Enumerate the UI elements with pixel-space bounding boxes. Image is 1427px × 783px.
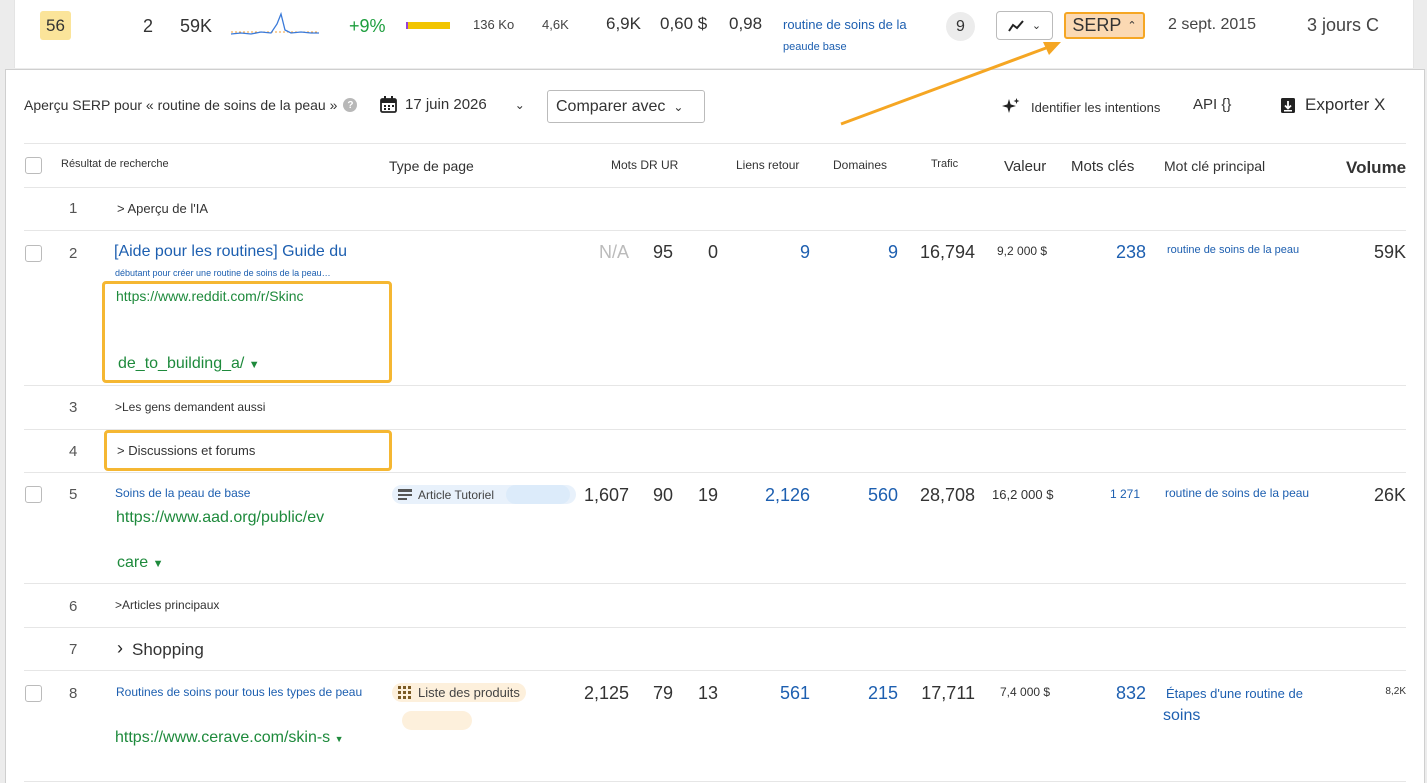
annotation-arrow [840, 42, 1061, 126]
